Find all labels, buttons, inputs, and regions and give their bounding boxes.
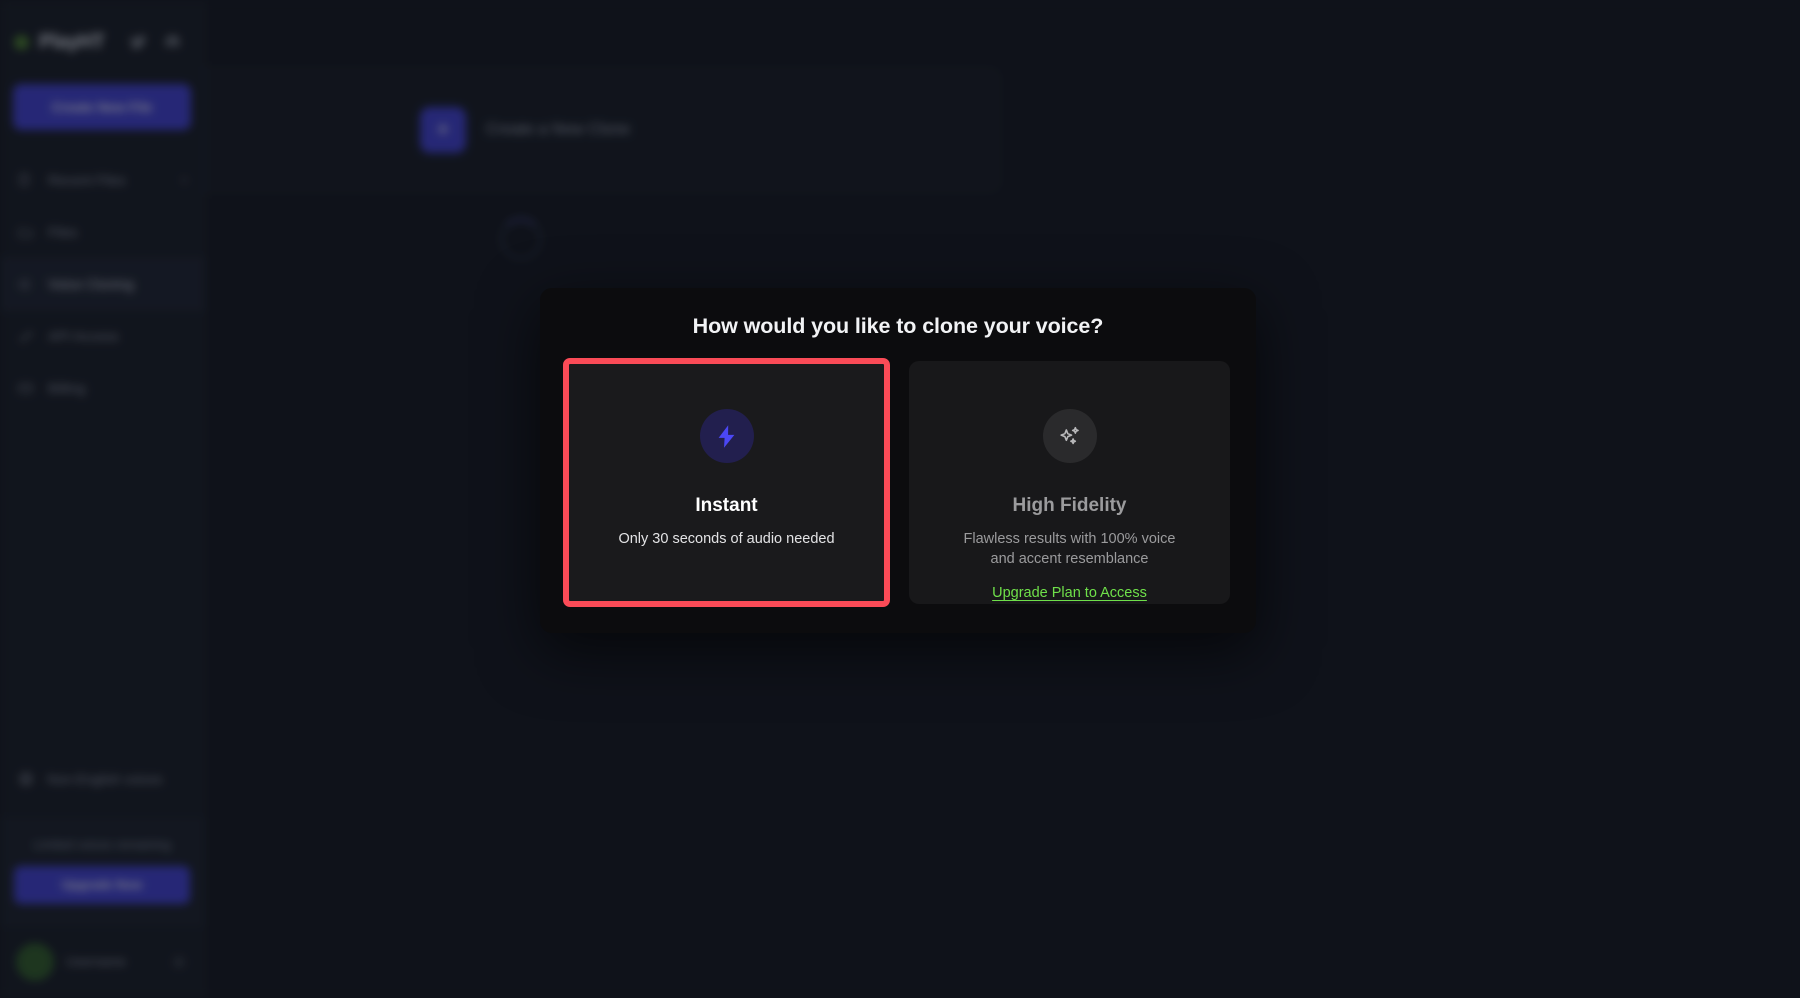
clone-method-modal: How would you like to clone your voice? …: [540, 288, 1256, 633]
sparkles-icon: [1042, 409, 1097, 463]
option-description: Only 30 seconds of audio needed: [618, 531, 835, 547]
app-root: Voice Cloning + Create a New Clone PlayH…: [0, 0, 1800, 998]
option-title: High Fidelity: [1012, 495, 1127, 516]
option-high-fidelity[interactable]: High Fidelity Flawless results with 100%…: [909, 361, 1230, 604]
upgrade-plan-link[interactable]: Upgrade Plan to Access: [992, 585, 1147, 601]
modal-title: How would you like to clone your voice?: [692, 314, 1104, 338]
option-instant[interactable]: Instant Only 30 seconds of audio needed: [563, 358, 890, 607]
option-description: Flawless results with 100% voice and acc…: [963, 531, 1176, 567]
option-title: Instant: [695, 495, 758, 516]
lightning-bolt-icon: [699, 409, 754, 463]
clone-options: Instant Only 30 seconds of audio needed …: [563, 358, 1230, 607]
